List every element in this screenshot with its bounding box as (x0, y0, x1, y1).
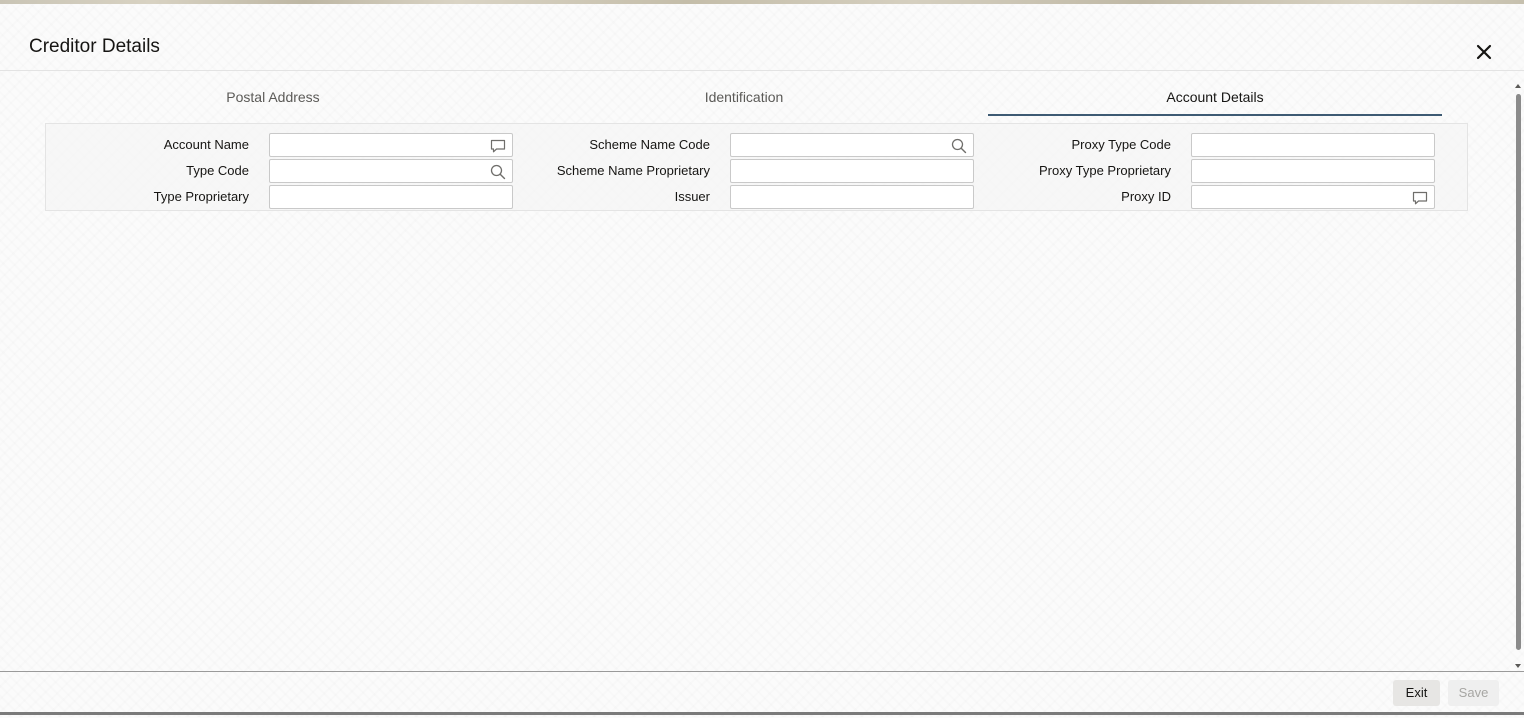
account-name-label: Account Name (163, 137, 249, 152)
tab-account-details[interactable]: Account Details (988, 80, 1442, 116)
comment-icon (490, 139, 506, 153)
tab-postal-address[interactable]: Postal Address (45, 80, 501, 114)
dialog-header: Creditor Details (0, 4, 1524, 71)
tab-identification[interactable]: Identification (514, 80, 974, 114)
close-button[interactable] (1472, 40, 1496, 64)
proxy-type-code-input[interactable] (1192, 134, 1414, 156)
scheme-name-code-field[interactable] (730, 133, 974, 157)
account-name-comment-button[interactable] (489, 137, 507, 155)
type-code-search-button[interactable] (489, 163, 507, 181)
type-proprietary-input[interactable] (270, 186, 492, 208)
scroll-up-arrow-icon[interactable] (1514, 82, 1522, 90)
account-details-panel: Account Name Type Code Type Proprietary (45, 123, 1468, 211)
type-proprietary-field[interactable] (269, 185, 513, 209)
proxy-id-input[interactable] (1192, 186, 1414, 208)
search-icon (490, 164, 506, 180)
proxy-id-label: Proxy ID (1121, 189, 1171, 204)
search-icon (951, 138, 967, 154)
proxy-id-field[interactable] (1191, 185, 1435, 209)
scroll-down-arrow-icon[interactable] (1514, 662, 1522, 670)
proxy-id-comment-button[interactable] (1411, 189, 1429, 207)
tab-bar: Postal Address Identification Account De… (0, 80, 1524, 116)
type-code-input[interactable] (270, 160, 492, 182)
scheme-name-code-input[interactable] (731, 134, 953, 156)
account-name-input[interactable] (270, 134, 492, 156)
scheme-name-code-label: Scheme Name Code (589, 137, 710, 152)
scheme-name-proprietary-input[interactable] (731, 160, 953, 182)
proxy-type-code-field[interactable] (1191, 133, 1435, 157)
scrollbar-thumb[interactable] (1516, 94, 1521, 650)
proxy-type-code-label: Proxy Type Code (1071, 137, 1171, 152)
issuer-label: Issuer (674, 189, 710, 204)
exit-button[interactable]: Exit (1393, 680, 1440, 706)
creditor-details-dialog: Creditor Details Postal Address Identifi… (0, 0, 1524, 717)
type-proprietary-label: Type Proprietary (153, 189, 249, 204)
scheme-name-proprietary-field[interactable] (730, 159, 974, 183)
vertical-scrollbar[interactable] (1512, 82, 1524, 672)
issuer-field[interactable] (730, 185, 974, 209)
proxy-type-proprietary-label: Proxy Type Proprietary (1039, 163, 1171, 178)
scheme-name-code-search-button[interactable] (950, 137, 968, 155)
dialog-title: Creditor Details (29, 36, 160, 57)
type-code-label: Type Code (186, 163, 249, 178)
proxy-type-proprietary-input[interactable] (1192, 160, 1414, 182)
comment-icon (1412, 191, 1428, 205)
scheme-name-proprietary-label: Scheme Name Proprietary (556, 163, 710, 178)
type-code-field[interactable] (269, 159, 513, 183)
proxy-type-proprietary-field[interactable] (1191, 159, 1435, 183)
footer-bottom-border (0, 712, 1524, 715)
dialog-footer: Exit Save (0, 671, 1524, 718)
save-button[interactable]: Save (1448, 680, 1499, 706)
issuer-input[interactable] (731, 186, 953, 208)
close-icon (1476, 44, 1492, 60)
account-name-field[interactable] (269, 133, 513, 157)
